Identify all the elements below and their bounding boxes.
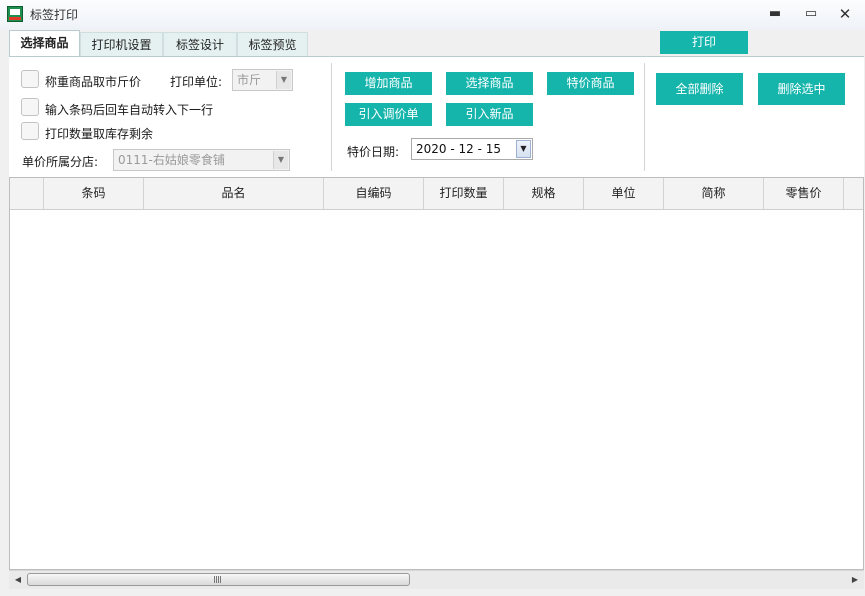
chevron-down-icon[interactable]: ▼ <box>273 151 288 169</box>
minimize-button[interactable]: ▬ <box>762 4 788 24</box>
store-label: 单价所属分店: <box>22 155 99 169</box>
weigh-unit-label: 称重商品取市斤价 <box>45 75 142 89</box>
scrollbar-thumb[interactable] <box>27 573 410 586</box>
store-value: 0111-右姑娘零食铺 <box>118 153 225 167</box>
calendar-dropdown-icon[interactable]: ▼ <box>516 140 531 158</box>
add-goods-button[interactable]: 增加商品 <box>345 72 432 95</box>
stock-remain-checkbox[interactable] <box>21 122 39 140</box>
title-bar: 标签打印 ▬ ▭ ✕ <box>0 0 865 30</box>
column-header-barcode[interactable]: 条码 <box>44 178 144 209</box>
import-new-goods-button[interactable]: 引入新品 <box>446 103 533 126</box>
column-header-short-name[interactable]: 简称 <box>664 178 764 209</box>
special-date-label: 特价日期: <box>347 145 400 159</box>
column-header-product-name[interactable]: 品名 <box>144 178 324 209</box>
options-panel: 称重商品取市斤价 输入条码后回车自动转入下一行 打印数量取库存剩余 打印单位: … <box>9 56 864 177</box>
divider <box>644 63 645 171</box>
grip-icon <box>214 576 222 583</box>
column-header-spec[interactable]: 规格 <box>504 178 584 209</box>
scroll-right-icon[interactable]: ▶ <box>848 574 862 586</box>
close-button[interactable]: ✕ <box>832 4 858 24</box>
scroll-left-icon[interactable]: ◀ <box>11 574 25 586</box>
chevron-down-icon[interactable]: ▼ <box>276 71 291 89</box>
auto-next-checkbox[interactable] <box>21 98 39 116</box>
goods-table[interactable]: 条码 品名 自编码 打印数量 规格 单位 简称 零售价 <box>9 177 864 570</box>
row-header-corner <box>10 178 44 209</box>
app-icon <box>7 6 23 22</box>
delete-selected-button[interactable]: 删除选中 <box>758 73 845 105</box>
auto-next-label: 输入条码后回车自动转入下一行 <box>45 103 214 117</box>
column-header-unit[interactable]: 单位 <box>584 178 664 209</box>
column-header-custom-code[interactable]: 自编码 <box>324 178 424 209</box>
print-unit-select[interactable]: 市斤 ▼ <box>232 69 293 91</box>
maximize-button[interactable]: ▭ <box>798 4 824 24</box>
table-header: 条码 品名 自编码 打印数量 规格 单位 简称 零售价 <box>10 178 863 210</box>
horizontal-scrollbar[interactable]: ◀ ▶ <box>9 570 864 589</box>
store-select[interactable]: 0111-右姑娘零食铺 ▼ <box>113 149 290 171</box>
special-date-picker[interactable]: 2020 - 12 - 15 ▼ <box>411 138 533 160</box>
print-unit-label: 打印单位: <box>170 75 223 89</box>
special-date-value: 2020 - 12 - 15 <box>416 142 501 156</box>
divider <box>331 63 332 171</box>
weigh-unit-checkbox[interactable] <box>21 70 39 88</box>
tab-select-goods[interactable]: 选择商品 <box>9 30 80 57</box>
special-goods-button[interactable]: 特价商品 <box>547 72 634 95</box>
print-unit-value: 市斤 <box>237 73 262 87</box>
import-price-adjustment-button[interactable]: 引入调价单 <box>345 103 432 126</box>
tab-printer-settings[interactable]: 打印机设置 <box>80 32 163 56</box>
window-title: 标签打印 <box>30 8 79 22</box>
column-header-retail-price[interactable]: 零售价 <box>764 178 844 209</box>
stock-remain-label: 打印数量取库存剩余 <box>45 127 154 141</box>
tab-label-preview[interactable]: 标签预览 <box>237 32 308 56</box>
print-button[interactable]: 打印 <box>660 31 748 54</box>
column-header-print-quantity[interactable]: 打印数量 <box>424 178 504 209</box>
tab-label-design[interactable]: 标签设计 <box>163 32 237 56</box>
delete-all-button[interactable]: 全部删除 <box>656 73 743 105</box>
select-goods-button[interactable]: 选择商品 <box>446 72 533 95</box>
